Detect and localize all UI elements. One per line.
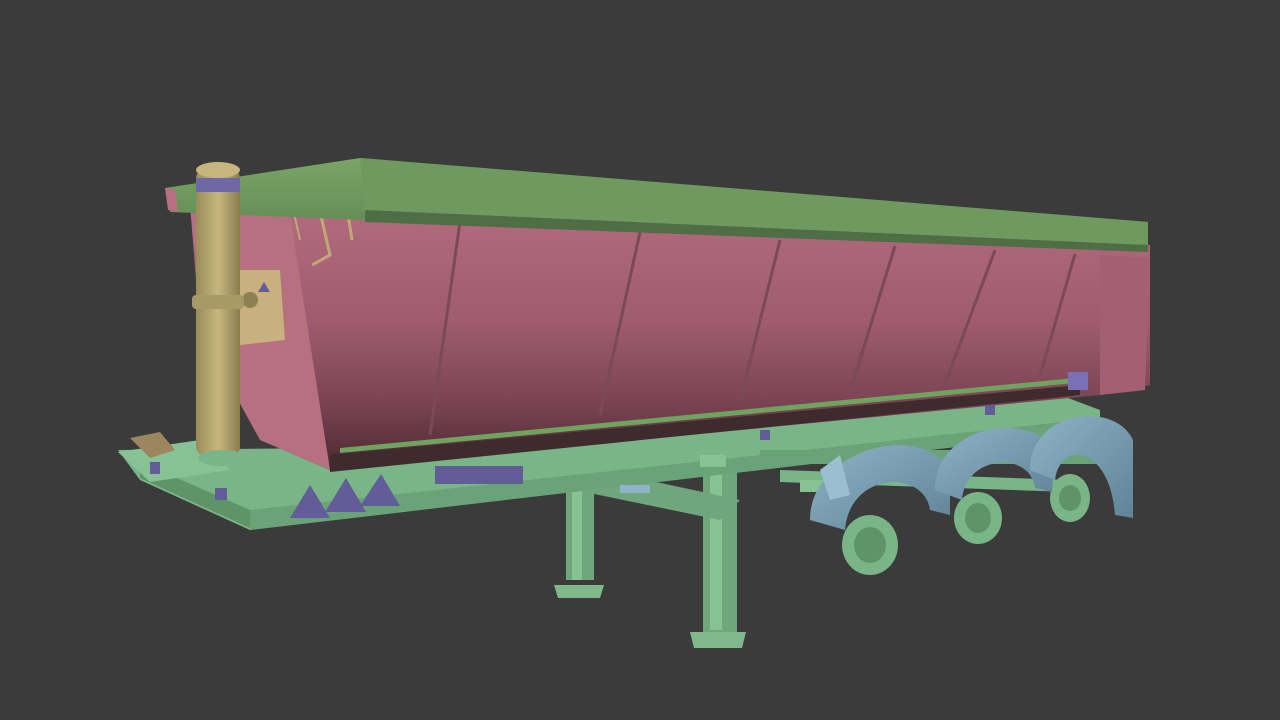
landing-foot-right — [690, 632, 746, 648]
3d-viewport[interactable] — [0, 0, 1280, 720]
side-decal-bar — [435, 466, 523, 484]
hydraulic-cylinder — [192, 162, 246, 466]
wheel-1 — [842, 515, 898, 575]
wheel-3 — [1050, 474, 1090, 522]
landing-foot-left — [554, 585, 604, 598]
wheel-2 — [954, 492, 1002, 544]
cylinder-band — [196, 178, 240, 192]
trailer-model — [118, 158, 1150, 648]
